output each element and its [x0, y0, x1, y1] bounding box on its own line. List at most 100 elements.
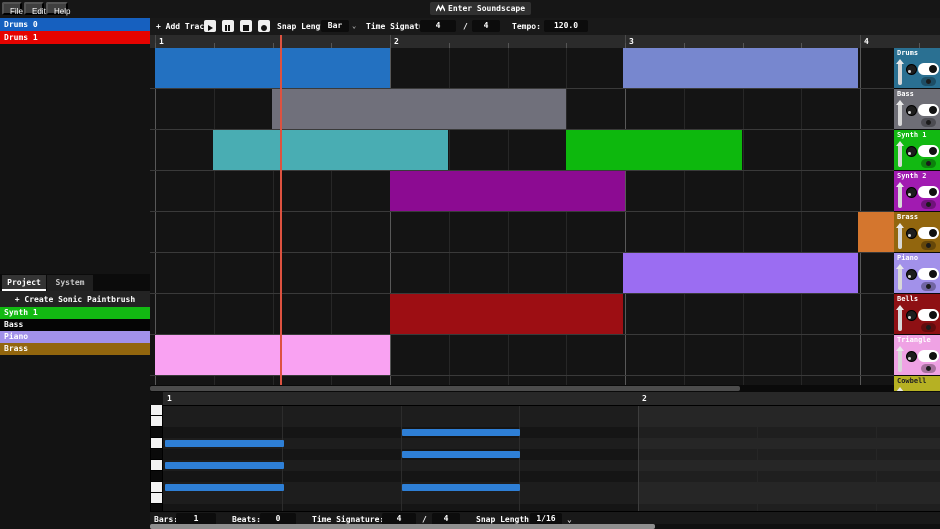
- track-strip[interactable]: Piano: [894, 253, 940, 294]
- pan-knob[interactable]: [906, 310, 917, 321]
- volume-slider[interactable]: [898, 143, 902, 167]
- track-sub-toggle[interactable]: [921, 323, 936, 332]
- paintbrush-item[interactable]: Brass: [0, 343, 150, 355]
- track-strip[interactable]: Bells: [894, 294, 940, 335]
- slider-thumb-icon[interactable]: [896, 100, 904, 105]
- white-key[interactable]: [151, 482, 162, 492]
- clip[interactable]: [623, 253, 858, 293]
- volume-slider[interactable]: [898, 102, 902, 126]
- create-sonic-paintbrush-button[interactable]: + Create Sonic Paintbrush: [0, 291, 150, 307]
- pattern-item[interactable]: Drums 1: [0, 31, 150, 44]
- volume-slider[interactable]: [898, 389, 902, 391]
- white-key[interactable]: [151, 493, 162, 503]
- menu-help[interactable]: Help: [46, 2, 68, 15]
- volume-slider[interactable]: [898, 225, 902, 249]
- volume-slider[interactable]: [898, 184, 902, 208]
- track-sub-toggle[interactable]: [921, 282, 936, 291]
- volume-slider[interactable]: [898, 61, 902, 85]
- menu-file[interactable]: File: [2, 2, 22, 15]
- track-enable-toggle[interactable]: [918, 227, 939, 239]
- white-key[interactable]: [151, 460, 162, 470]
- track-row[interactable]: [150, 253, 894, 294]
- track-enable-toggle[interactable]: [918, 104, 939, 116]
- timeline-hscrollbar[interactable]: [150, 385, 894, 392]
- black-key[interactable]: [151, 504, 162, 511]
- black-key[interactable]: [151, 449, 162, 459]
- slider-thumb-icon[interactable]: [896, 59, 904, 64]
- track-enable-toggle[interactable]: [918, 309, 939, 321]
- track-sub-toggle[interactable]: [921, 77, 936, 86]
- track-row[interactable]: [150, 294, 894, 335]
- track-enable-toggle[interactable]: [918, 63, 939, 75]
- volume-slider[interactable]: [898, 348, 902, 372]
- pan-knob[interactable]: [906, 228, 917, 239]
- add-track-button[interactable]: + Add Track: [156, 22, 209, 31]
- time-signature-numerator-input[interactable]: 4: [420, 20, 456, 32]
- track-enable-toggle[interactable]: [918, 350, 939, 362]
- track-enable-toggle[interactable]: [918, 186, 939, 198]
- clip[interactable]: [155, 48, 390, 88]
- tempo-input[interactable]: 120.0: [544, 20, 588, 32]
- clip[interactable]: [213, 130, 448, 170]
- stop-button[interactable]: [240, 20, 252, 32]
- pan-knob[interactable]: [906, 187, 917, 198]
- track-row[interactable]: [150, 130, 894, 171]
- clip[interactable]: [390, 294, 623, 334]
- track-row[interactable]: [150, 212, 894, 253]
- menu-edit[interactable]: Edit: [24, 2, 44, 15]
- slider-thumb-icon[interactable]: [896, 346, 904, 351]
- timeline-ruler[interactable]: 1234: [150, 35, 940, 49]
- record-button[interactable]: [258, 20, 270, 32]
- piano-roll-ruler[interactable]: 12: [150, 392, 940, 406]
- track-row[interactable]: [150, 48, 894, 89]
- chevron-down-icon[interactable]: ⌄: [352, 22, 356, 30]
- track-strip[interactable]: Brass: [894, 212, 940, 253]
- volume-slider[interactable]: [898, 266, 902, 290]
- midi-note[interactable]: [402, 429, 520, 436]
- track-strip[interactable]: Drums: [894, 48, 940, 89]
- midi-note[interactable]: [165, 484, 284, 491]
- pan-knob[interactable]: [906, 269, 917, 280]
- snap-length-select[interactable]: Bar: [321, 20, 349, 32]
- paintbrush-item[interactable]: Synth 1: [0, 307, 150, 319]
- clip[interactable]: [390, 171, 625, 211]
- slider-thumb-icon[interactable]: [896, 264, 904, 269]
- clip[interactable]: [566, 130, 742, 170]
- white-key[interactable]: [151, 438, 162, 448]
- clip[interactable]: [272, 89, 566, 129]
- track-sub-toggle[interactable]: [921, 241, 936, 250]
- tab-project[interactable]: Project: [2, 275, 46, 291]
- track-strip[interactable]: Cowbell: [894, 376, 940, 391]
- scrollbar-handle[interactable]: [150, 386, 740, 391]
- enter-soundscape-button[interactable]: Enter Soundscape: [430, 2, 531, 15]
- tab-system[interactable]: System: [47, 275, 93, 291]
- black-key[interactable]: [151, 427, 162, 437]
- pan-knob[interactable]: [906, 105, 917, 116]
- pattern-item[interactable]: Drums 0: [0, 18, 150, 31]
- midi-note[interactable]: [402, 451, 520, 458]
- play-button[interactable]: [204, 20, 216, 32]
- track-sub-toggle[interactable]: [921, 159, 936, 168]
- track-row[interactable]: [150, 376, 894, 385]
- piano-roll-hscrollbar[interactable]: [150, 524, 940, 529]
- track-strip[interactable]: Bass: [894, 89, 940, 130]
- track-sub-toggle[interactable]: [921, 364, 936, 373]
- paintbrush-item[interactable]: Bass: [0, 319, 150, 331]
- track-row[interactable]: [150, 89, 894, 130]
- black-key[interactable]: [151, 471, 162, 481]
- pan-knob[interactable]: [906, 351, 917, 362]
- paintbrush-item[interactable]: Piano: [0, 331, 150, 343]
- playhead[interactable]: [280, 35, 282, 385]
- midi-note[interactable]: [165, 440, 284, 447]
- track-strip[interactable]: Synth 2: [894, 171, 940, 212]
- track-sub-toggle[interactable]: [921, 200, 936, 209]
- slider-thumb-icon[interactable]: [896, 141, 904, 146]
- slider-thumb-icon[interactable]: [896, 305, 904, 310]
- pan-knob[interactable]: [906, 146, 917, 157]
- track-strip[interactable]: Synth 1: [894, 130, 940, 171]
- time-signature-denominator-input[interactable]: 4: [472, 20, 500, 32]
- track-row[interactable]: [150, 335, 894, 376]
- pause-button[interactable]: [222, 20, 234, 32]
- track-sub-toggle[interactable]: [921, 118, 936, 127]
- scrollbar-handle[interactable]: [150, 524, 655, 529]
